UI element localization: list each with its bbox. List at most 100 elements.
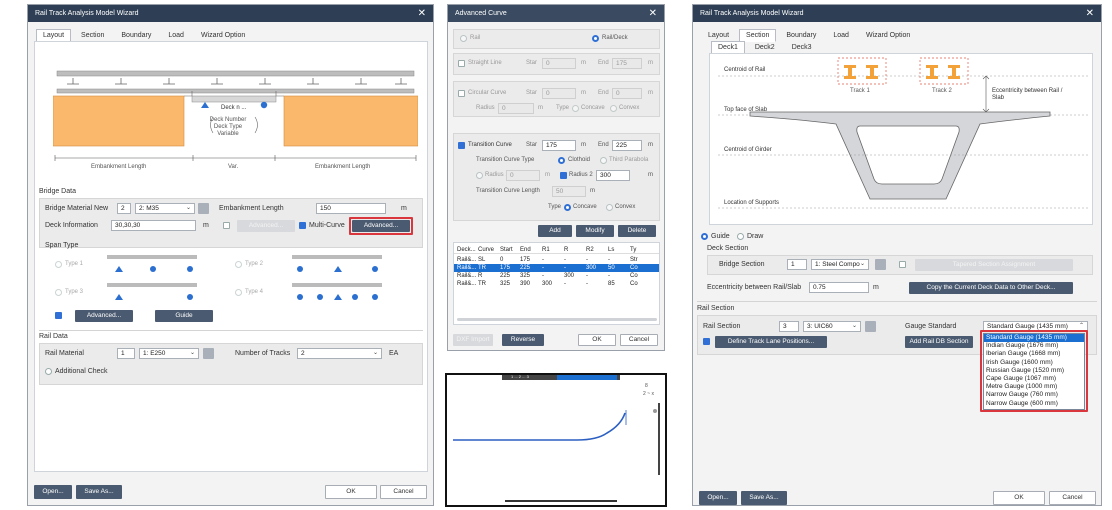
modify-curve-button[interactable]: Modify (576, 225, 614, 237)
open-button[interactable]: Open... (34, 485, 72, 499)
dxf-import-button[interactable]: DXF Import (453, 334, 493, 346)
table-row[interactable]: Rail&... TR 325 390 300 - - 85 Co (454, 280, 659, 288)
bridge-material-more-button[interactable] (198, 203, 209, 214)
bridge-material-number[interactable]: 2 (117, 203, 131, 214)
horizontal-scrollbar[interactable] (457, 318, 657, 321)
additional-check-radio[interactable] (45, 368, 52, 375)
number-of-tracks-select[interactable]: 2 ⌄ (297, 348, 382, 359)
straight-start-input[interactable]: 0 (542, 58, 576, 69)
guide-radio[interactable] (701, 233, 708, 240)
dialog-title: Advanced Curve (455, 10, 507, 17)
rail-radio[interactable] (460, 35, 467, 42)
guide-button[interactable]: Guide (155, 310, 213, 322)
save-as-button[interactable]: Save As... (76, 485, 122, 499)
deck-information-input[interactable]: 30,30,30 (111, 220, 196, 231)
radius2-checkbox[interactable] (560, 172, 567, 179)
col-r: R (564, 247, 569, 253)
bridge-section-select[interactable]: 1: Steel Compo ⌄ (811, 259, 869, 270)
transition-concave-radio[interactable] (564, 204, 571, 211)
advanced-button-disabled[interactable]: Advanced... (237, 220, 295, 232)
close-icon[interactable]: ✕ (649, 5, 657, 22)
tapered-section-assignment-button[interactable]: Tapered Section Assignment (915, 259, 1073, 271)
table-row-selected[interactable]: Rail&... TR 175 225 - - 300 50 Co (454, 264, 659, 272)
rail-section-more-button[interactable] (865, 321, 876, 332)
circular-curve-checkbox[interactable] (458, 90, 465, 97)
transition-end-input[interactable]: 225 (612, 140, 642, 151)
radius1-input[interactable]: 0 (506, 170, 540, 181)
embankment-length-input[interactable]: 150 (316, 203, 386, 214)
multi-curve-checkbox[interactable] (299, 222, 306, 229)
chevron-down-icon: ⌄ (185, 205, 191, 211)
copy-deck-data-button[interactable]: Copy the Current Deck Data to Other Deck… (909, 282, 1073, 294)
content-panel: Deck n ... Deck Number Deck Type Variabl… (34, 41, 428, 472)
bridge-section-number[interactable]: 1 (787, 259, 807, 270)
span-type2-label: Type 2 (245, 261, 264, 267)
span-type4-radio[interactable] (235, 289, 242, 296)
close-icon[interactable]: ✕ (418, 5, 426, 22)
tapered-checkbox[interactable] (899, 261, 906, 268)
transition-start-input[interactable]: 175 (542, 140, 576, 151)
save-as-button[interactable]: Save As... (741, 491, 787, 505)
open-button[interactable]: Open... (699, 491, 737, 505)
cancel-button[interactable]: Cancel (1049, 491, 1096, 505)
radius1-radio[interactable] (476, 172, 483, 179)
define-track-lane-button[interactable]: Define Track Lane Positions... (715, 336, 827, 348)
table-row[interactable]: Rail&... SL 0 175 - - - - Str (454, 256, 659, 264)
straight-line-checkbox[interactable] (458, 60, 465, 67)
span-type2-diagram (290, 253, 385, 275)
bridge-section-more-button[interactable] (875, 259, 886, 270)
rail-section-select[interactable]: 3: UIC60 ⌄ (803, 321, 861, 332)
cell: 175 (500, 265, 511, 271)
span-advanced-checkbox[interactable] (55, 312, 62, 319)
advanced-checkbox[interactable] (223, 222, 230, 229)
transition-curve-length-input[interactable]: 50 (552, 186, 586, 197)
bridge-material-label: Bridge Material New (45, 205, 109, 212)
add-rail-db-section-button[interactable]: Add Rail DB Section (905, 336, 973, 348)
straight-start-label: Star (526, 60, 538, 66)
ok-button[interactable]: OK (993, 491, 1045, 505)
transition-convex-radio[interactable] (606, 204, 613, 211)
span-type2-radio[interactable] (235, 261, 242, 268)
clothoid-radio[interactable] (558, 157, 565, 164)
cell: TR (478, 265, 486, 271)
rail-section-number[interactable]: 3 (779, 321, 799, 332)
span-advanced-button[interactable]: Advanced... (75, 310, 133, 322)
span-type1-radio[interactable] (55, 261, 62, 268)
rail-section-header: Rail Section (697, 305, 735, 312)
close-icon[interactable]: ✕ (1086, 5, 1094, 22)
cancel-button[interactable]: Cancel (380, 485, 427, 499)
third-parabola-radio[interactable] (600, 157, 607, 164)
circular-end-input[interactable]: 0 (612, 88, 642, 99)
ok-button[interactable]: OK (578, 334, 616, 346)
circular-radius-input[interactable]: 0 (498, 103, 534, 114)
rail-material-number[interactable]: 1 (117, 348, 135, 359)
reverse-button[interactable]: Reverse (502, 334, 544, 346)
multi-curve-label: Multi-Curve (309, 222, 345, 229)
rail-deck-radio[interactable] (592, 35, 599, 42)
circular-convex-radio[interactable] (610, 105, 617, 112)
circular-start-input[interactable]: 0 (542, 88, 576, 99)
add-curve-button[interactable]: Add (538, 225, 572, 237)
draw-radio[interactable] (737, 233, 744, 240)
delete-curve-button[interactable]: Delete (618, 225, 656, 237)
rail-material-select[interactable]: 1: E250 ⌄ (139, 348, 199, 359)
cancel-button[interactable]: Cancel (620, 334, 658, 346)
cell: Rail&... (457, 257, 477, 263)
span-type1-label: Type 1 (65, 261, 84, 267)
rail-material-more-button[interactable] (203, 348, 214, 359)
straight-end-input[interactable]: 175 (612, 58, 642, 69)
ok-button[interactable]: OK (325, 485, 377, 499)
transition-curve-checkbox[interactable] (458, 142, 465, 149)
define-track-lane-checkbox[interactable] (703, 338, 710, 345)
tab-load[interactable]: Load (826, 29, 856, 42)
eccentricity-rail-slab-input[interactable]: 0.75 (809, 282, 869, 293)
col-start: Start (500, 247, 513, 253)
radius2-input[interactable]: 300 (596, 170, 630, 181)
span-type3-radio[interactable] (55, 289, 62, 296)
tab-wizard-option[interactable]: Wizard Option (859, 29, 917, 42)
bridge-layout-diagram: Deck n ... Deck Number Deck Type Variabl… (52, 63, 419, 183)
circular-concave-radio[interactable] (572, 105, 579, 112)
table-row[interactable]: Rail&... R 225 325 - 300 - - Co (454, 272, 659, 280)
transition-curve-length-label: Transition Curve Length (476, 188, 540, 194)
bridge-material-select[interactable]: 2: M35 ⌄ (135, 203, 195, 214)
